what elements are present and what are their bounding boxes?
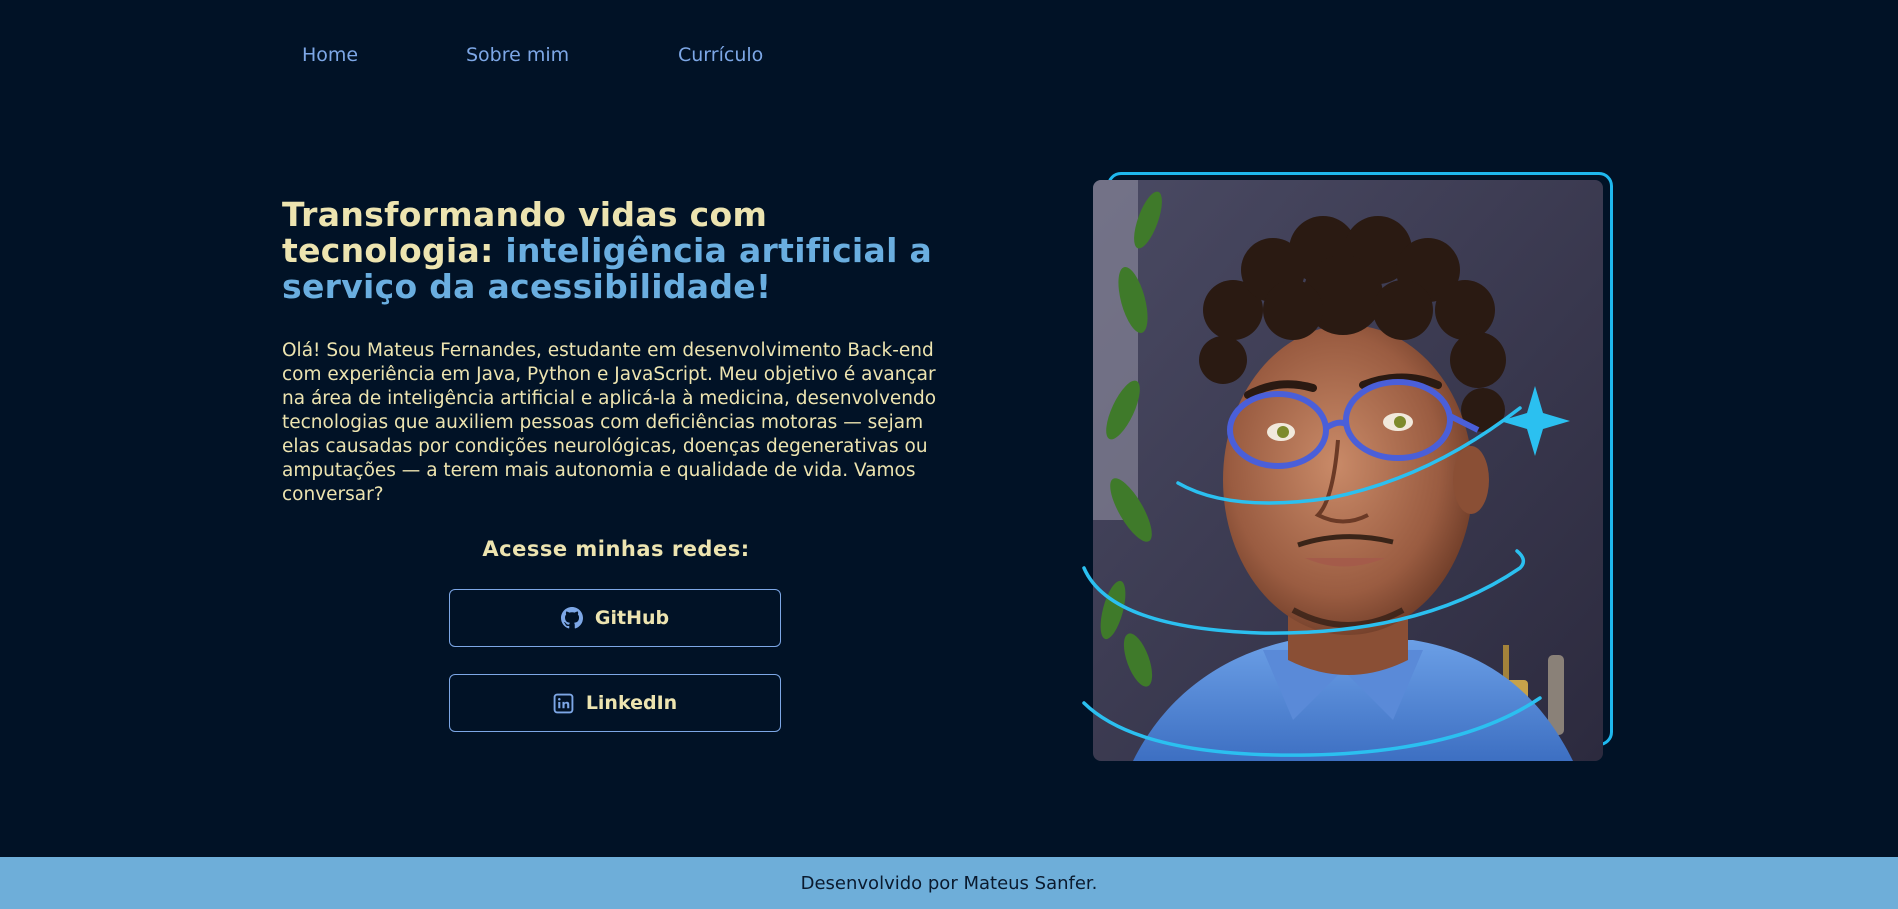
- social-heading: Acesse minhas redes:: [482, 537, 750, 561]
- github-button[interactable]: GitHub: [449, 589, 781, 647]
- nav-resume-link[interactable]: Currículo: [678, 44, 763, 66]
- nav-about-link[interactable]: Sobre mim: [466, 44, 678, 66]
- main-nav: Home Sobre mim Currículo: [302, 44, 763, 66]
- linkedin-icon: [553, 693, 574, 714]
- bio-paragraph: Olá! Sou Mateus Fernandes, estudante em …: [282, 340, 937, 505]
- github-label: GitHub: [594, 607, 670, 629]
- portrait-container: [1080, 168, 1620, 768]
- hero-title: Transformando vidas com tecnologia: inte…: [282, 197, 982, 305]
- footer-text: Desenvolvido por Mateus Sanfer.: [800, 872, 1098, 894]
- github-icon: [560, 607, 583, 629]
- nav-home-link[interactable]: Home: [302, 44, 466, 66]
- site-footer: Desenvolvido por Mateus Sanfer.: [0, 857, 1898, 909]
- profile-portrait: [1093, 180, 1603, 761]
- linkedin-button[interactable]: LinkedIn: [449, 674, 781, 732]
- linkedin-label: LinkedIn: [585, 692, 678, 714]
